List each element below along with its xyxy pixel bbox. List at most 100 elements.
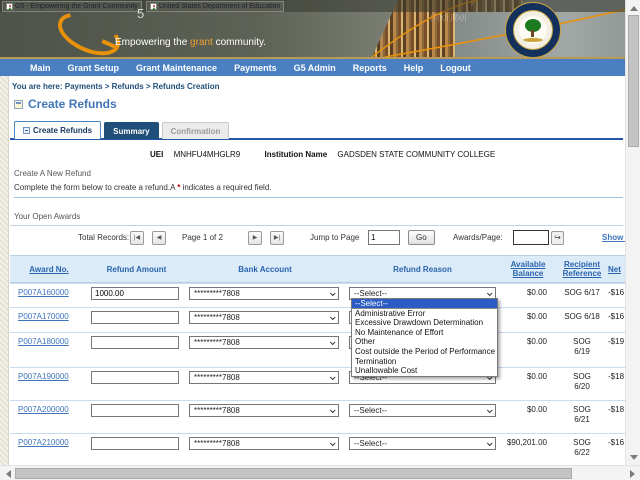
nav-item-help[interactable]: Help xyxy=(404,63,424,73)
go-button[interactable]: Go xyxy=(408,230,435,245)
bank-account-select[interactable]: *********7808 xyxy=(189,404,339,417)
table-row: P007A190000 *********7808 --Select-- $0.… xyxy=(10,367,625,400)
available-balance-cell: $0.00 xyxy=(500,401,556,433)
page-info-label: Page 1 of 2 xyxy=(182,233,223,242)
scroll-right-button[interactable] xyxy=(625,467,639,480)
header-bank-account: Bank Account xyxy=(185,256,345,282)
vertical-scrollbar-thumb[interactable] xyxy=(628,15,639,147)
scroll-left-button[interactable] xyxy=(1,467,15,480)
header-recipient-reference[interactable]: Recipient Reference xyxy=(556,256,608,282)
header-net[interactable]: Net xyxy=(608,256,625,282)
nav-item-grant-setup[interactable]: Grant Setup xyxy=(68,63,120,73)
dropdown-option-select[interactable]: --Select-- xyxy=(352,299,497,309)
award-link[interactable]: P007A160000 xyxy=(18,288,69,297)
refund-amount-input[interactable] xyxy=(91,287,179,300)
header-refund-amount: Refund Amount xyxy=(88,256,185,282)
refund-amount-input[interactable] xyxy=(91,371,179,384)
page-title: Create Refunds xyxy=(28,97,117,111)
award-link[interactable]: P007A190000 xyxy=(18,372,69,381)
net-cell: -$16 xyxy=(608,434,625,465)
bank-account-value: *********7808 xyxy=(194,289,240,298)
net-cell: -$18 xyxy=(608,401,625,433)
seal-tree-trunk xyxy=(531,30,534,37)
tab-summary-label: Summary xyxy=(113,127,149,136)
section-title-create-refund: Create A New Refund xyxy=(14,169,91,178)
dropdown-option-no-maintenance[interactable]: No Maintenance of Effort xyxy=(352,328,497,338)
awards-per-page-apply-button[interactable]: ↪ xyxy=(551,231,564,245)
refund-amount-input[interactable] xyxy=(91,311,179,324)
institution-info-row: UEI MNHFU4MHGLR9 Institution Name GADSDE… xyxy=(150,150,495,159)
header-refund-reason: Refund Reason xyxy=(345,256,500,282)
first-page-button[interactable]: |◀ xyxy=(130,231,144,245)
nav-item-payments[interactable]: Payments xyxy=(234,63,277,73)
g5-alt-item: G5 - Empowering the Grant Community xyxy=(2,1,142,12)
award-link[interactable]: P007A170000 xyxy=(18,312,69,321)
nav-item-g5-admin[interactable]: G5 Admin xyxy=(294,63,336,73)
open-awards-section-title: Your Open Awards xyxy=(14,212,80,221)
awards-per-page-label: Awards/Page: xyxy=(453,233,503,242)
nav-item-grant-maintenance[interactable]: Grant Maintenance xyxy=(136,63,217,73)
award-link[interactable]: P007A200000 xyxy=(18,405,69,414)
chevron-down-icon xyxy=(487,407,493,413)
tagline-pre: Empowering the xyxy=(115,37,190,48)
header-award-no[interactable]: Award No. xyxy=(10,256,88,282)
dropdown-option-cost-outside-period[interactable]: Cost outside the Period of Performance xyxy=(352,347,497,357)
horizontal-scrollbar[interactable] xyxy=(0,465,640,480)
available-balance-cell: $0.00 xyxy=(500,333,556,367)
dropdown-option-administrative-error[interactable]: Administrative Error xyxy=(352,309,497,319)
tab-confirmation[interactable]: Confirmation xyxy=(162,122,230,139)
tagline-post: community. xyxy=(213,37,266,48)
horizontal-scrollbar-thumb[interactable] xyxy=(15,468,572,479)
table-row: P007A210000 *********7808 --Select-- $90… xyxy=(10,433,625,465)
next-page-button[interactable]: ▶ xyxy=(248,231,262,245)
dropdown-option-termination[interactable]: Termination xyxy=(352,357,497,367)
available-balance-cell: $0.00 xyxy=(500,308,556,332)
dropdown-option-unallowable-cost[interactable]: Unallowable Cost xyxy=(352,366,497,376)
bank-account-value: *********7808 xyxy=(194,406,240,415)
refund-reason-select[interactable]: --Select-- xyxy=(349,404,496,417)
scroll-up-button[interactable] xyxy=(627,1,640,15)
breadcrumb-path[interactable]: Payments > Refunds > Refunds Creation xyxy=(65,82,220,91)
scroll-down-button[interactable] xyxy=(627,450,640,464)
previous-page-button[interactable]: ◀ xyxy=(152,231,166,245)
right-arrow-icon xyxy=(630,470,635,478)
nav-item-reports[interactable]: Reports xyxy=(353,63,387,73)
refund-reason-dropdown-list: --Select-- Administrative Error Excessiv… xyxy=(351,298,498,377)
table-row: P007A170000 *********7808 --Select-- $0.… xyxy=(10,307,625,332)
left-arrow-icon xyxy=(6,470,11,478)
ed-alt-text: United States Department of Education xyxy=(159,3,280,10)
refund-amount-input[interactable] xyxy=(91,404,179,417)
header-banner: |T(x)| ∫f(x)| G5 - Empowering the Grant … xyxy=(0,0,640,57)
bank-account-select[interactable]: *********7808 xyxy=(189,336,339,349)
tab-summary[interactable]: Summary xyxy=(104,122,158,139)
award-link[interactable]: P007A210000 xyxy=(18,438,69,447)
jump-to-page-input[interactable] xyxy=(368,230,400,245)
bank-account-select[interactable]: *********7808 xyxy=(189,371,339,384)
bank-account-select[interactable]: *********7808 xyxy=(189,437,339,450)
bank-account-select[interactable]: *********7808 xyxy=(189,287,339,300)
dropdown-option-excessive-drawdown[interactable]: Excessive Drawdown Determination xyxy=(352,318,497,328)
open-awards-divider xyxy=(10,225,623,226)
refund-reason-select[interactable]: --Select-- xyxy=(349,437,496,450)
nav-item-logout[interactable]: Logout xyxy=(440,63,471,73)
instructions-post: indicates a required field. xyxy=(180,183,271,192)
pagination-bar: Total Records: 41 |◀ ◀ Page 1 of 2 ▶ ▶| … xyxy=(10,229,623,251)
tab-create-refunds[interactable]: Create Refunds xyxy=(14,121,101,139)
dropdown-option-other[interactable]: Other xyxy=(352,337,497,347)
page-title-row: Create Refunds xyxy=(14,97,117,111)
last-page-button[interactable]: ▶| xyxy=(270,231,284,245)
up-arrow-icon xyxy=(630,6,638,11)
form-instructions: Complete the form below to create a refu… xyxy=(14,183,272,192)
recipient-reference-cell: SOG 6/20 xyxy=(556,368,608,400)
available-balance-cell: $90,201.00 xyxy=(500,434,556,465)
section-divider xyxy=(14,197,623,198)
refund-amount-input[interactable] xyxy=(91,437,179,450)
left-edge-pattern xyxy=(0,76,9,465)
refund-amount-input[interactable] xyxy=(91,336,179,349)
bank-account-select[interactable]: *********7808 xyxy=(189,311,339,324)
header-available-balance[interactable]: Available Balance xyxy=(500,256,556,282)
award-link[interactable]: P007A180000 xyxy=(18,337,69,346)
awards-per-page-input[interactable] xyxy=(513,230,549,245)
nav-item-main[interactable]: Main xyxy=(30,63,51,73)
vertical-scrollbar[interactable] xyxy=(625,0,640,465)
